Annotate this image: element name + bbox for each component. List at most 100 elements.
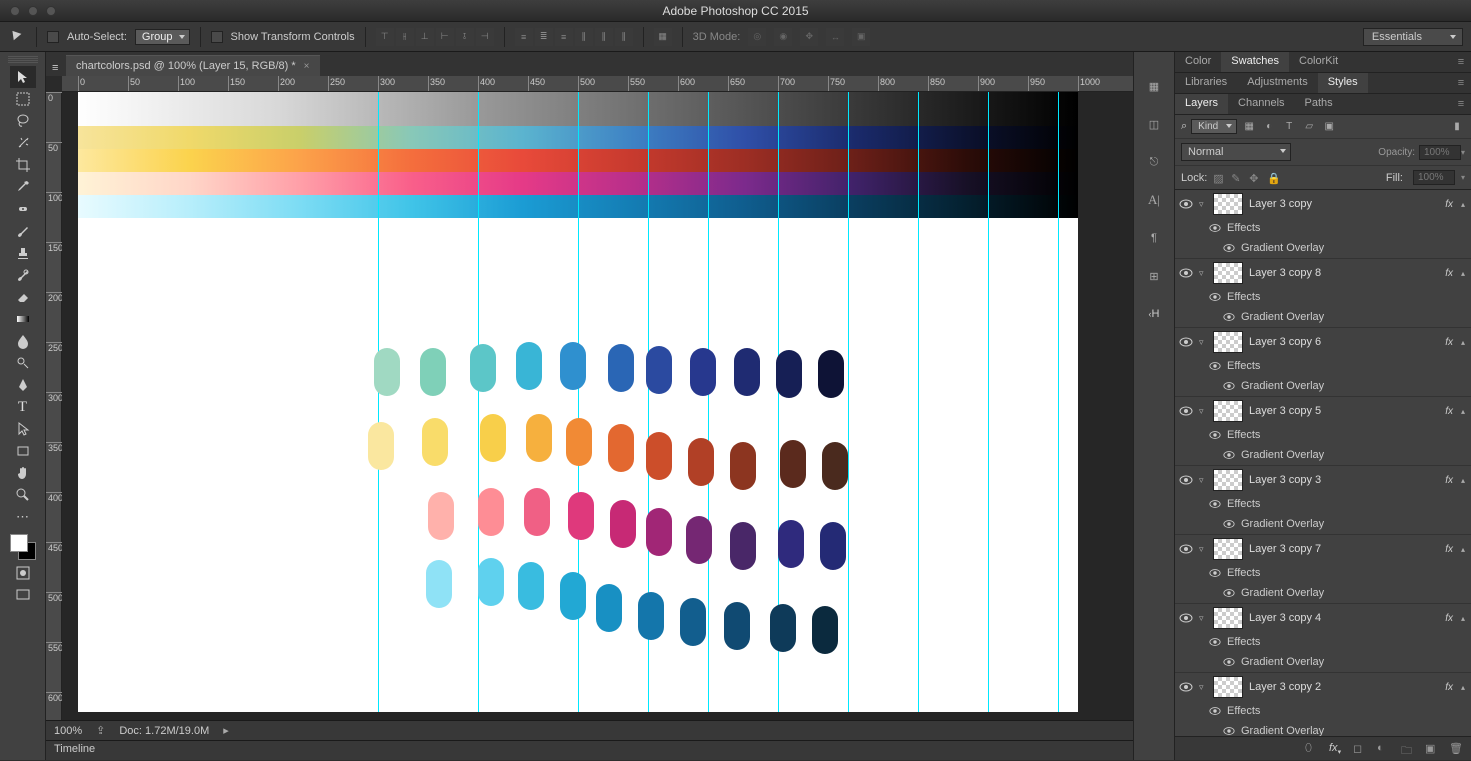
blend-mode-dropdown[interactable]: Normal — [1181, 143, 1291, 161]
layer-thumbnail[interactable] — [1213, 400, 1243, 422]
rectangle-tool[interactable] — [10, 440, 36, 462]
edit-toolbar-icon[interactable]: ⋯ — [10, 506, 36, 528]
visibility-icon[interactable] — [1223, 724, 1235, 736]
visibility-icon[interactable] — [1179, 266, 1193, 280]
visibility-icon[interactable] — [1179, 335, 1193, 349]
visibility-icon[interactable] — [1223, 586, 1235, 600]
layer-kind-dropdown[interactable]: Kind — [1191, 119, 1237, 134]
ruler-vertical[interactable]: 050100150200250300350400450500550600 — [46, 92, 62, 720]
auto-select-dropdown[interactable]: Group — [135, 29, 190, 45]
path-select-tool[interactable] — [10, 418, 36, 440]
panel-tab-colorkit[interactable]: ColorKit — [1289, 52, 1348, 72]
pen-tool[interactable] — [10, 374, 36, 396]
align-left-icon[interactable]: ⊢ — [436, 28, 454, 46]
layer-row[interactable]: ▿Layer 3 copy 2fx▴ — [1175, 673, 1471, 701]
visibility-icon[interactable] — [1179, 680, 1193, 694]
layer-name[interactable]: Layer 3 copy 3 — [1249, 474, 1321, 486]
opacity-value[interactable]: 100% — [1419, 145, 1461, 160]
effects-row[interactable]: Effects — [1175, 563, 1471, 583]
layer-row[interactable]: ▿Layer 3 copy 5fx▴ — [1175, 397, 1471, 425]
align-right-icon[interactable]: ⊣ — [476, 28, 494, 46]
visibility-icon[interactable] — [1179, 197, 1193, 211]
move-tool[interactable] — [10, 66, 36, 88]
lock-all-icon[interactable]: 🔒 — [1267, 172, 1279, 184]
fx-badge[interactable]: fx — [1445, 199, 1453, 210]
zoom-level[interactable]: 100% — [54, 725, 82, 737]
effects-row[interactable]: Effects — [1175, 701, 1471, 721]
fx-twirl-icon[interactable]: ▴ — [1461, 269, 1465, 278]
layer-name[interactable]: Layer 3 copy 8 — [1249, 267, 1321, 279]
align-bottom-icon[interactable]: ⊥ — [416, 28, 434, 46]
visibility-icon[interactable] — [1223, 655, 1235, 669]
delete-layer-icon[interactable]: 🗑 — [1449, 742, 1463, 756]
gradient-overlay-row[interactable]: Gradient Overlay — [1175, 376, 1471, 396]
link-layers-icon[interactable]: ⬯ — [1305, 742, 1319, 756]
layer-row[interactable]: ▿Layer 3 copy 7fx▴ — [1175, 535, 1471, 563]
doc-size[interactable]: Doc: 1.72M/19.0M — [119, 725, 209, 737]
foreground-background-swatch[interactable] — [8, 532, 38, 562]
panel-tab-adjustments[interactable]: Adjustments — [1237, 73, 1318, 93]
layer-thumbnail[interactable] — [1213, 193, 1243, 215]
visibility-icon[interactable] — [1209, 497, 1221, 511]
panel-tab-paths[interactable]: Paths — [1295, 94, 1343, 114]
effects-row[interactable]: Effects — [1175, 218, 1471, 238]
filter-smart-icon[interactable]: ▣ — [1321, 120, 1337, 134]
fx-twirl-icon[interactable]: ▴ — [1461, 614, 1465, 623]
panel-menu-icon[interactable]: ≡ — [1451, 73, 1471, 93]
layer-row[interactable]: ▿Layer 3 copy 3fx▴ — [1175, 466, 1471, 494]
layer-row[interactable]: ▿Layer 3 copy 4fx▴ — [1175, 604, 1471, 632]
twirl-icon[interactable]: ▿ — [1199, 199, 1207, 210]
lock-transparency-icon[interactable]: ▨ — [1213, 172, 1225, 184]
fx-twirl-icon[interactable]: ▴ — [1461, 407, 1465, 416]
panel-tab-color[interactable]: Color — [1175, 52, 1221, 72]
history-panel-icon[interactable]: ▦ — [1142, 76, 1166, 96]
visibility-icon[interactable] — [1223, 310, 1235, 324]
panel-menu-icon[interactable]: ≡ — [1451, 52, 1471, 72]
align-vcenter-icon[interactable]: ⫲ — [396, 28, 414, 46]
paragraph-panel-icon[interactable]: ¶ — [1142, 228, 1166, 248]
dist-bottom-icon[interactable]: ≡ — [555, 28, 573, 46]
dodge-tool[interactable] — [10, 352, 36, 374]
visibility-icon[interactable] — [1209, 704, 1221, 718]
fx-badge[interactable]: fx — [1445, 337, 1453, 348]
effects-row[interactable]: Effects — [1175, 632, 1471, 652]
layer-name[interactable]: Layer 3 copy 7 — [1249, 543, 1321, 555]
fx-badge[interactable]: fx — [1445, 682, 1453, 693]
twirl-icon[interactable]: ▿ — [1199, 406, 1207, 417]
twirl-icon[interactable]: ▿ — [1199, 268, 1207, 279]
show-transform-checkbox[interactable] — [211, 31, 223, 43]
filter-type-icon[interactable]: T — [1281, 120, 1297, 134]
layer-name[interactable]: Layer 3 copy — [1249, 198, 1312, 210]
properties-panel-icon[interactable]: ◫ — [1142, 114, 1166, 134]
visibility-icon[interactable] — [1209, 635, 1221, 649]
layer-row[interactable]: ▿Layer 3 copy 8fx▴ — [1175, 259, 1471, 287]
layer-mask-icon[interactable]: ◻ — [1353, 742, 1367, 756]
lock-position-icon[interactable]: ✥ — [1249, 172, 1261, 184]
marquee-tool[interactable] — [10, 88, 36, 110]
layers-list[interactable]: ▿Layer 3 copyfx▴EffectsGradient Overlay▿… — [1175, 190, 1471, 736]
zoom-tool[interactable] — [10, 484, 36, 506]
pixel-grid-icon[interactable]: ⊞ — [1142, 266, 1166, 286]
panel-tab-libraries[interactable]: Libraries — [1175, 73, 1237, 93]
gradient-overlay-row[interactable]: Gradient Overlay — [1175, 307, 1471, 327]
new-layer-icon[interactable]: ▣ — [1425, 742, 1439, 756]
h-panel-icon[interactable]: ‹ H — [1142, 304, 1166, 324]
ruler-horizontal[interactable]: 0501001502002503003504004505005506006507… — [62, 76, 1133, 92]
filter-adjust-icon[interactable]: ◐ — [1261, 120, 1277, 134]
visibility-icon[interactable] — [1179, 404, 1193, 418]
blur-tool[interactable] — [10, 330, 36, 352]
magic-wand-tool[interactable] — [10, 132, 36, 154]
eraser-tool[interactable] — [10, 286, 36, 308]
twirl-icon[interactable]: ▿ — [1199, 682, 1207, 693]
panel-tab-swatches[interactable]: Swatches — [1221, 52, 1289, 72]
gradient-overlay-row[interactable]: Gradient Overlay — [1175, 514, 1471, 534]
fx-twirl-icon[interactable]: ▴ — [1461, 545, 1465, 554]
visibility-icon[interactable] — [1223, 379, 1235, 393]
eyedropper-tool[interactable] — [10, 176, 36, 198]
visibility-icon[interactable] — [1179, 611, 1193, 625]
filter-shape-icon[interactable]: ▱ — [1301, 120, 1317, 134]
tab-grip-icon[interactable]: ≡ — [52, 62, 62, 76]
layer-name[interactable]: Layer 3 copy 2 — [1249, 681, 1321, 693]
visibility-icon[interactable] — [1223, 241, 1235, 255]
panel-tab-channels[interactable]: Channels — [1228, 94, 1294, 114]
